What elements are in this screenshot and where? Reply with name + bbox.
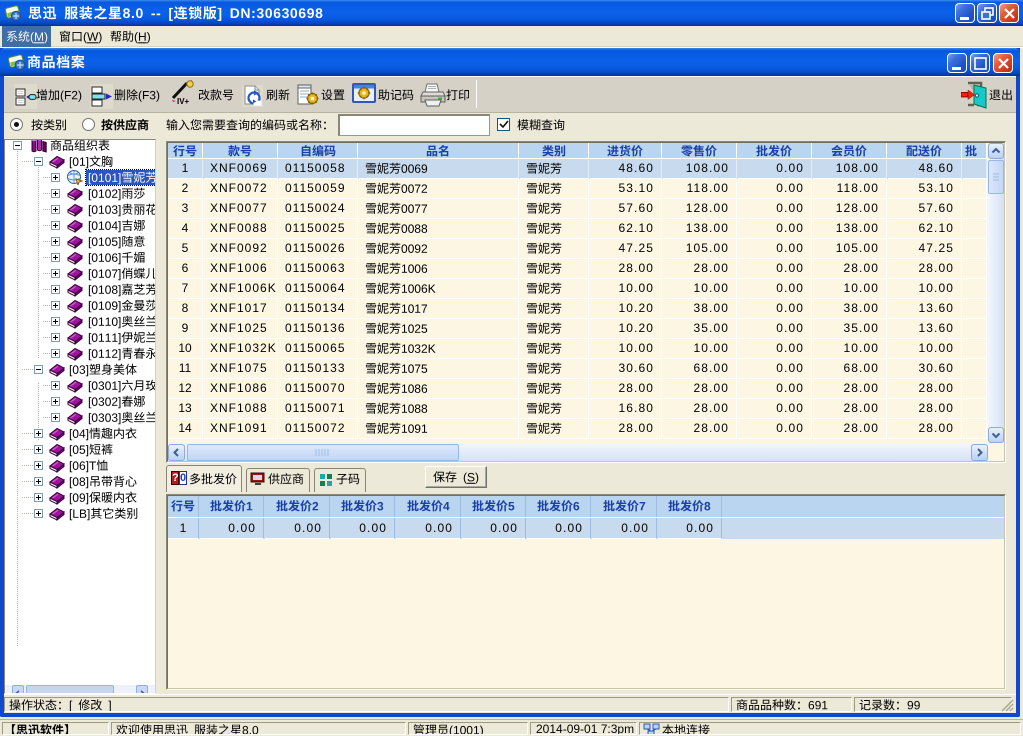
- svg-text:IV+: IV+: [177, 97, 190, 105]
